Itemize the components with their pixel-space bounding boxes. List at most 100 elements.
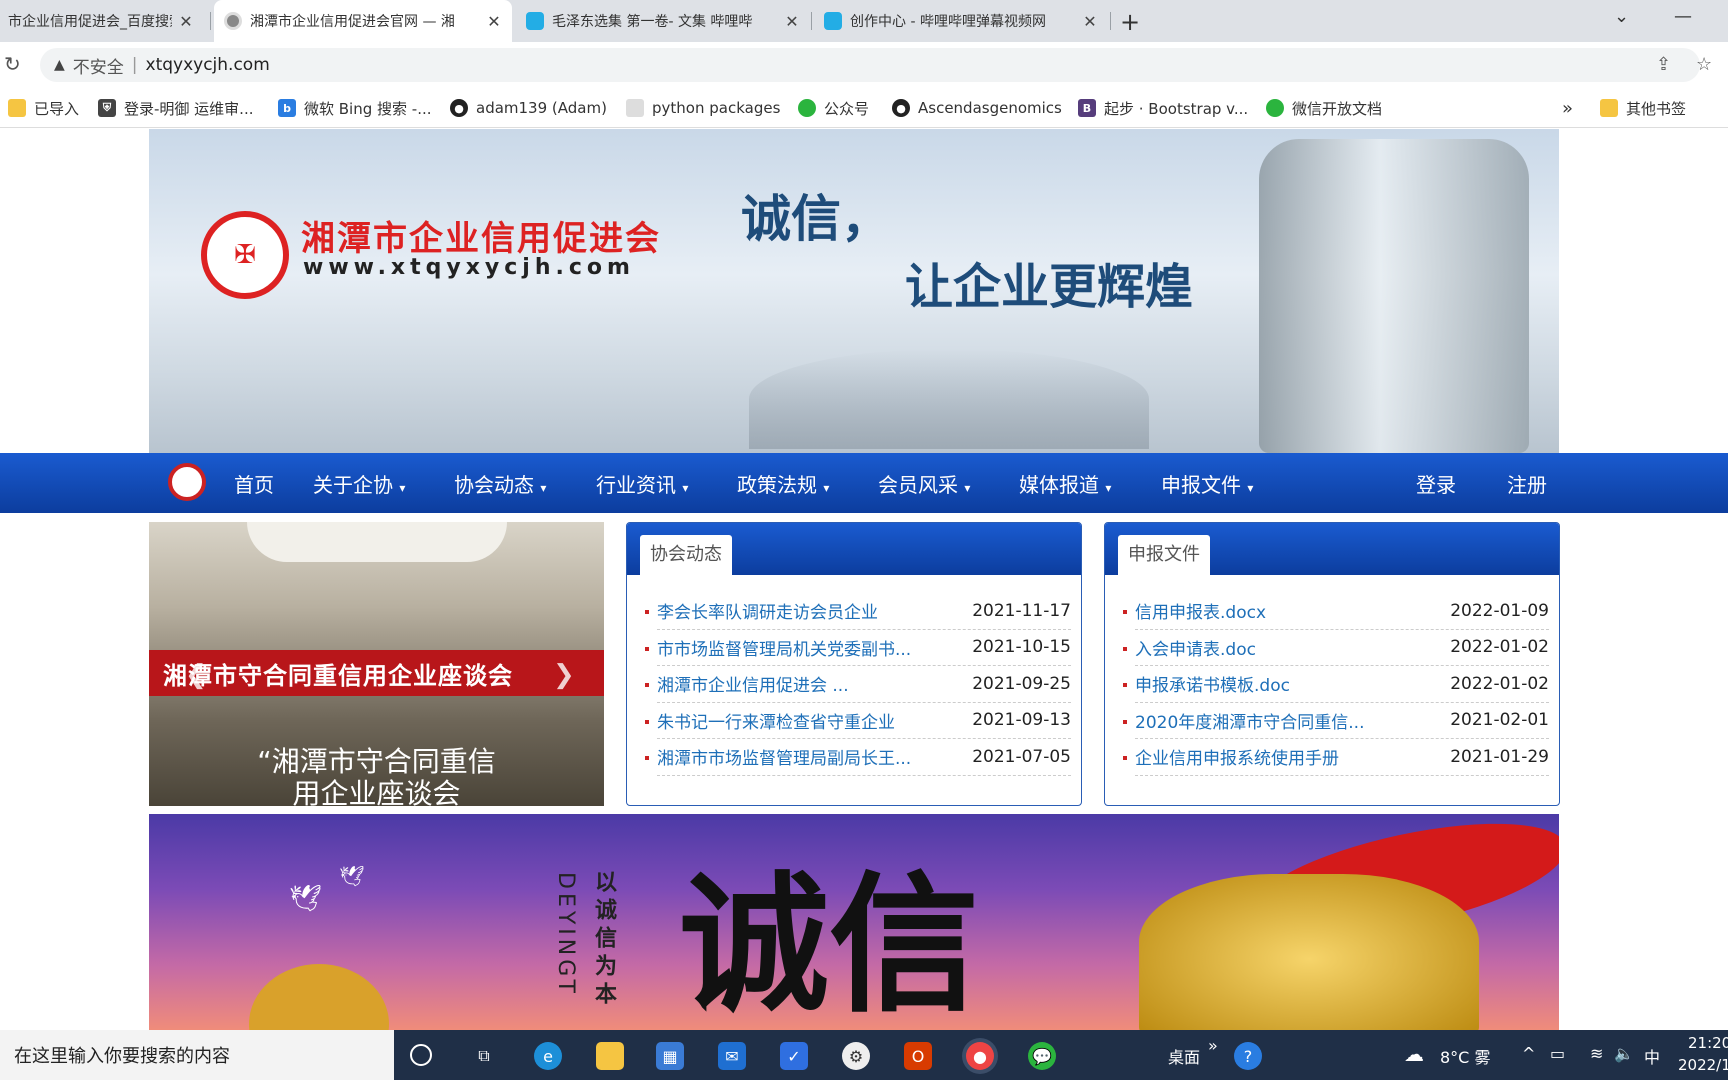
close-icon[interactable]: ✕: [784, 12, 800, 31]
panel-header: 协会动态: [627, 523, 1081, 575]
taskbar-search-input[interactable]: 在这里输入你要搜索的内容: [0, 1030, 394, 1080]
share-icon[interactable]: ⇪: [1656, 54, 1671, 75]
org-logo-icon[interactable]: ✠: [201, 211, 289, 299]
prev-arrow-icon[interactable]: ❮: [185, 660, 207, 690]
slogan-line-2: 让企业更辉煌: [905, 259, 1194, 315]
mail-icon[interactable]: ✉: [718, 1042, 746, 1070]
omnibox[interactable]: ▲ 不安全 | xtqyxycjh.com: [40, 48, 1700, 82]
file-title[interactable]: 企业信用申报系统使用手册: [1135, 744, 1339, 769]
cortana-icon[interactable]: [410, 1044, 432, 1066]
app-icon[interactable]: ⚙: [842, 1042, 870, 1070]
bookmarks-more-icon[interactable]: »: [1562, 96, 1573, 120]
clock-time[interactable]: 21:20: [1688, 1034, 1728, 1052]
tab-search-chevron-icon[interactable]: ⌄: [1614, 6, 1629, 27]
file-title[interactable]: 信用申报表.docx: [1135, 598, 1266, 623]
list-item[interactable]: 湘潭市企业信用促进会 ... 2021-09-25: [645, 666, 1071, 703]
bookmark-item[interactable]: ● adam139 (Adam): [450, 96, 607, 120]
photo-slider[interactable]: 湘潭市守合同重信用企业座谈会 ❮ ❯ “湘潭市守合同重信 用企业座谈会: [149, 522, 604, 806]
panel-tab-files[interactable]: 申报文件: [1118, 535, 1210, 575]
office-icon[interactable]: O: [904, 1042, 932, 1070]
file-title[interactable]: 2020年度湘潭市守合同重信...: [1135, 708, 1364, 733]
register-link[interactable]: 注册: [1507, 469, 1547, 498]
list-item[interactable]: 入会申请表.doc 2022-01-02: [1123, 630, 1549, 666]
list-item[interactable]: 企业信用申报系统使用手册 2021-01-29: [1123, 739, 1549, 776]
file-explorer-icon[interactable]: [596, 1042, 624, 1070]
list-item[interactable]: 李会长率队调研走访会员企业 2021-11-17: [645, 593, 1071, 630]
login-link[interactable]: 登录: [1416, 469, 1456, 498]
nav-about[interactable]: 关于企协 ▾: [313, 469, 405, 498]
wifi-icon[interactable]: ≋: [1590, 1044, 1603, 1063]
other-bookmarks[interactable]: 其他书签: [1600, 96, 1686, 120]
file-title[interactable]: 入会申请表.doc: [1135, 635, 1256, 660]
close-icon[interactable]: ✕: [1082, 12, 1098, 31]
nav-members[interactable]: 会员风采 ▾: [878, 469, 970, 498]
news-title[interactable]: 李会长率队调研走访会员企业: [657, 598, 878, 623]
todo-icon[interactable]: ✓: [780, 1042, 808, 1070]
bronze-ding-image: [1259, 139, 1529, 453]
integrity-banner[interactable]: 🕊 🕊 DEYINGT 以诚信为本 诚信: [149, 814, 1559, 1030]
news-title[interactable]: 湘潭市企业信用促进会 ...: [657, 671, 849, 696]
nav-media[interactable]: 媒体报道 ▾: [1019, 469, 1111, 498]
task-view-icon[interactable]: ⧉: [470, 1042, 498, 1070]
news-title[interactable]: 市市场监督管理局机关党委副书...: [657, 635, 911, 660]
weather-text[interactable]: 8°C 雾: [1440, 1044, 1490, 1068]
bootstrap-icon: B: [1078, 99, 1096, 117]
tab-baidu[interactable]: 市企业信用促进会_百度搜索 ✕: [0, 0, 204, 42]
expand-icon[interactable]: »: [1208, 1036, 1218, 1055]
tab-strip: 市企业信用促进会_百度搜索 ✕ 湘潭市企业信用促进会官网 — 湘 ✕ 毛泽东选集…: [0, 0, 1728, 42]
panel-tab-news[interactable]: 协会动态: [640, 535, 732, 575]
list-item[interactable]: 申报承诺书模板.doc 2022-01-02: [1123, 666, 1549, 703]
bookmark-item[interactable]: 微信开放文档: [1266, 96, 1382, 120]
close-icon[interactable]: ✕: [178, 12, 194, 31]
file-date: 2022-01-02: [1450, 673, 1549, 694]
next-arrow-icon[interactable]: ❯: [553, 660, 575, 690]
nav-label: 协会动态: [454, 473, 534, 497]
file-title[interactable]: 申报承诺书模板.doc: [1135, 671, 1290, 696]
weather-icon[interactable]: ☁: [1404, 1042, 1424, 1066]
bookmark-item[interactable]: B 起步 · Bootstrap v...: [1078, 96, 1248, 120]
nav-home[interactable]: 首页: [234, 469, 274, 498]
chrome-icon[interactable]: ●: [966, 1042, 994, 1070]
desktop-label[interactable]: 桌面: [1168, 1044, 1200, 1068]
store-icon[interactable]: ▦: [656, 1042, 684, 1070]
tab-bilibili-2[interactable]: 创作中心 - 哔哩哔哩弹幕视频网 ✕: [814, 0, 1108, 42]
help-icon[interactable]: ?: [1234, 1042, 1262, 1070]
news-title[interactable]: 朱书记一行来潭检查省守重企业: [657, 708, 895, 733]
tab-active-site[interactable]: 湘潭市企业信用促进会官网 — 湘 ✕: [214, 0, 512, 42]
close-icon[interactable]: ✕: [486, 12, 502, 31]
clock-date[interactable]: 2022/1: [1678, 1056, 1728, 1074]
bookmark-item[interactable]: ● Ascendasgenomics: [892, 96, 1062, 120]
bookmark-item[interactable]: b 微软 Bing 搜索 -...: [278, 96, 432, 120]
tray-chevron-icon[interactable]: ^: [1522, 1044, 1535, 1063]
nav-industry[interactable]: 行业资讯 ▾: [596, 469, 688, 498]
list-item[interactable]: 信用申报表.docx 2022-01-09: [1123, 593, 1549, 630]
new-tab-button[interactable]: +: [1120, 8, 1140, 36]
tab-bilibili-1[interactable]: 毛泽东选集 第一卷- 文集 哔哩哔 ✕: [516, 0, 810, 42]
ime-indicator[interactable]: 中: [1644, 1044, 1660, 1068]
wechat-icon[interactable]: 💬: [1028, 1042, 1056, 1070]
url-text[interactable]: xtqyxycjh.com: [146, 55, 270, 75]
bookmark-label: 微信开放文档: [1292, 99, 1383, 118]
list-item[interactable]: 2020年度湘潭市守合同重信... 2021-02-01: [1123, 703, 1549, 739]
nav-policy[interactable]: 政策法规 ▾: [737, 469, 829, 498]
list-item[interactable]: 湘潭市市场监督管理局副局长王... 2021-07-05: [645, 739, 1071, 776]
bookmark-item[interactable]: ⛨ 登录-明御 运维审...: [98, 96, 254, 120]
nav-news[interactable]: 协会动态 ▾: [454, 469, 546, 498]
battery-icon[interactable]: ▭: [1550, 1044, 1565, 1063]
bookmark-item[interactable]: 已导入: [8, 96, 79, 120]
security-label[interactable]: 不安全: [73, 53, 124, 78]
bookmark-item[interactable]: 公众号: [798, 96, 869, 120]
list-item[interactable]: 朱书记一行来潭检查省守重企业 2021-09-13: [645, 703, 1071, 739]
news-title[interactable]: 湘潭市市场监督管理局副局长王...: [657, 744, 911, 769]
reload-icon[interactable]: ↻: [4, 52, 21, 76]
warning-icon[interactable]: ▲: [54, 57, 65, 73]
nav-logo-icon[interactable]: [168, 463, 206, 501]
vertical-slogan: 以诚信为本: [591, 870, 616, 1010]
bookmark-item[interactable]: python packages: [626, 96, 780, 120]
volume-icon[interactable]: 🔈: [1614, 1044, 1634, 1063]
star-icon[interactable]: ☆: [1696, 54, 1712, 75]
nav-files[interactable]: 申报文件 ▾: [1161, 469, 1253, 498]
list-item[interactable]: 市市场监督管理局机关党委副书... 2021-10-15: [645, 630, 1071, 666]
minimize-icon[interactable]: —: [1674, 6, 1692, 27]
edge-icon[interactable]: e: [534, 1042, 562, 1070]
